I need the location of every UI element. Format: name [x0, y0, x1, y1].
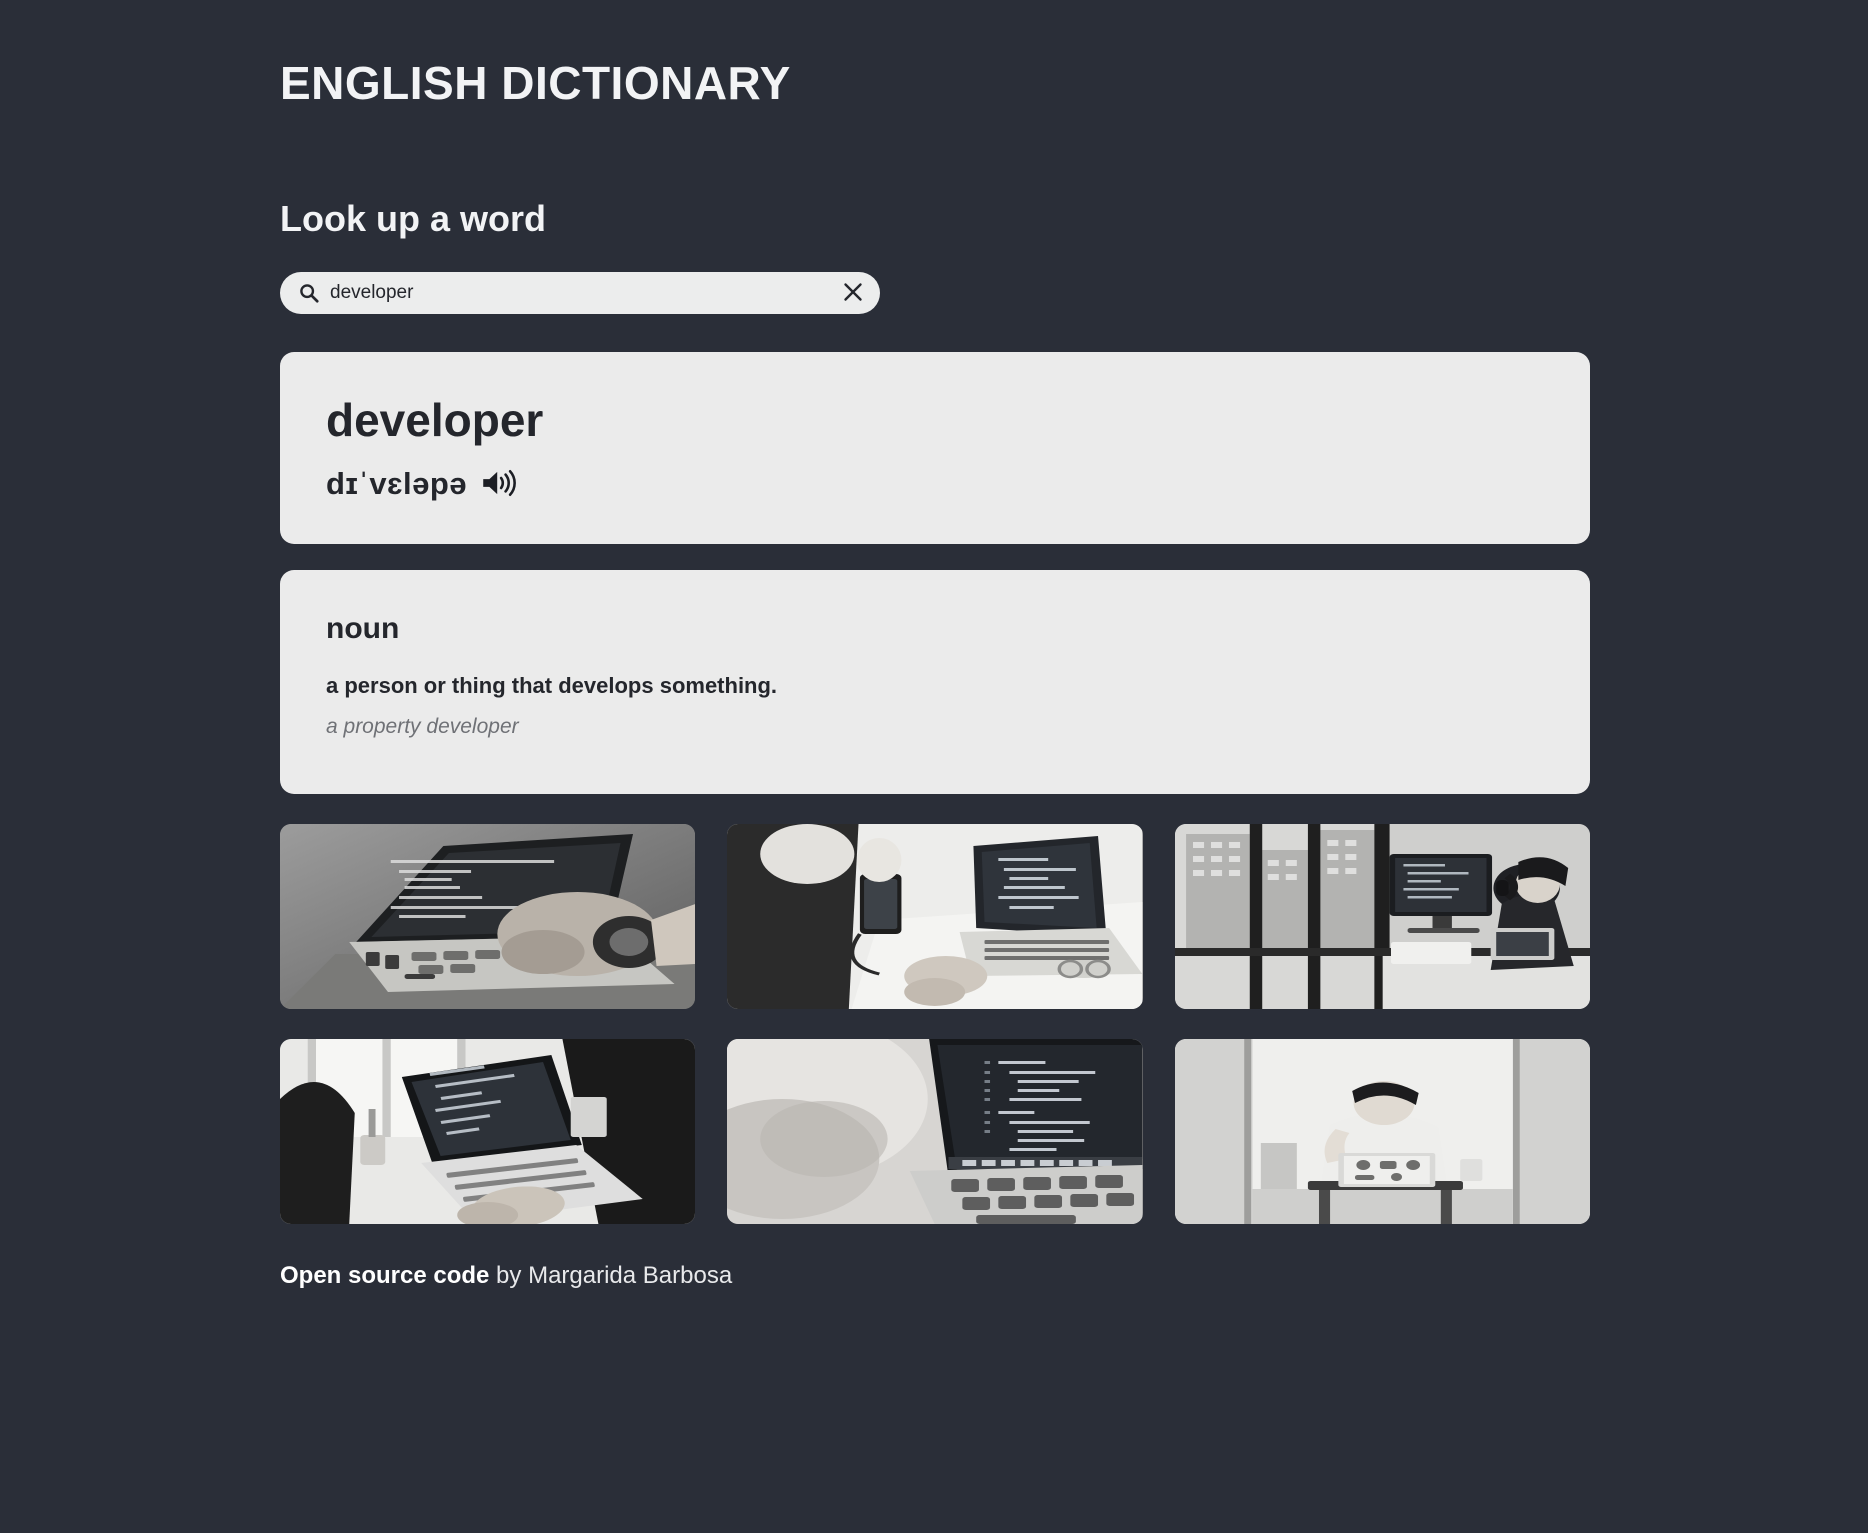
photo-thumbnail[interactable] [727, 1038, 1143, 1224]
phonetic-row: dɪˈvɛləpə [326, 466, 1544, 502]
play-pronunciation-button[interactable] [481, 467, 521, 501]
photo-grid [280, 823, 1590, 1224]
lookup-heading: Look up a word [280, 197, 546, 239]
footer-author: by Margarida Barbosa [489, 1261, 733, 1289]
definition-text: a person or thing that develops somethin… [326, 673, 778, 699]
page-title: ENGLISH DICTIONARY [280, 57, 791, 109]
part-of-speech: noun [326, 612, 400, 646]
clear-search-button[interactable] [840, 280, 866, 306]
search-input[interactable] [330, 272, 830, 315]
footer: Open source code by Margarida Barbosa [280, 1262, 1868, 1291]
phonetic-transcription: dɪˈvɛləpə [326, 466, 468, 502]
meaning-card: noun a person or thing that develops som… [280, 570, 1590, 794]
example-text: a property developer [326, 715, 519, 739]
search-icon [298, 282, 320, 304]
search-bar[interactable] [280, 272, 880, 315]
word-card: developer dɪˈvɛləpə [280, 352, 1590, 545]
photo-thumbnail[interactable] [1174, 823, 1590, 1009]
open-source-code-link[interactable]: Open source code [280, 1262, 489, 1289]
photo-thumbnail[interactable] [280, 823, 696, 1009]
dictionary-page: ENGLISH DICTIONARY Look up a word develo… [0, 0, 1868, 1533]
photo-thumbnail[interactable] [280, 1038, 696, 1224]
close-icon [841, 280, 865, 307]
speaker-icon [481, 467, 519, 502]
photo-thumbnail[interactable] [1174, 1038, 1590, 1224]
photo-thumbnail[interactable] [727, 823, 1143, 1009]
word-term: developer [326, 394, 544, 447]
